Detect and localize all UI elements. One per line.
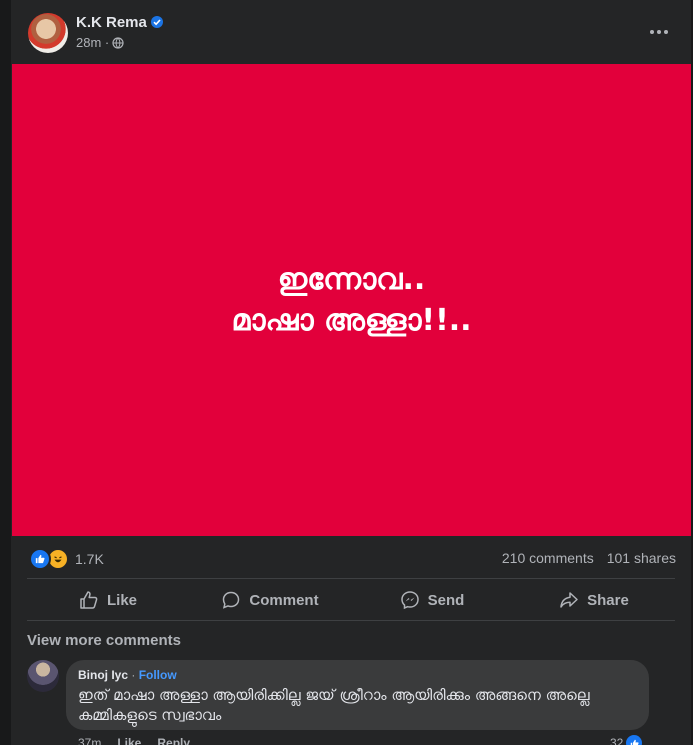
author-name-row: K.K Rema [76,14,163,31]
comment-label: Comment [249,591,319,609]
comment-footer: 37m Like Reply [78,736,190,745]
divider [27,578,675,579]
view-more-comments-link[interactable]: View more comments [27,632,181,649]
thumbs-up-outline-icon [80,591,98,609]
post-timestamp[interactable]: 28m · [76,35,109,50]
image-text-line-2: മാഷാ അള്ളാ!!.. [231,303,472,338]
author-avatar[interactable] [28,13,68,53]
comment-reply-button[interactable]: Reply [157,736,190,745]
share-label: Share [587,591,629,609]
verified-badge-icon [150,16,163,28]
reaction-count: 1.7K [75,551,104,567]
divider [27,620,675,621]
commenter-name[interactable]: Binoj Iyc [78,668,128,682]
comment-time[interactable]: 37m [78,736,101,745]
post-stats: 1.7K 210 comments 101 shares [11,536,691,578]
like-button[interactable]: Like [27,580,189,620]
thumbs-up-icon [626,735,643,745]
image-text-line-1: ഇന്നോവ.. [277,262,426,297]
post-meta: 28m · [76,35,124,50]
comment-like-count-value: 32 [610,736,624,745]
share-arrow-icon [560,592,578,608]
author-name[interactable]: K.K Rema [76,14,147,31]
send-button[interactable]: Send [351,580,513,620]
comment-header: Binoj Iyc · Follow [78,668,177,682]
globe-icon[interactable] [112,36,124,49]
post-image[interactable]: ഇന്നോവ.. മാഷാ അള്ളാ!!.. [12,64,691,536]
shares-count[interactable]: 101 shares [607,550,676,566]
like-label: Like [106,591,137,609]
comments-count[interactable]: 210 comments [502,550,594,566]
post-card: K.K Rema 28m · ഇന്നോവ.. മാഷാ അള്ളാ!!.. 1… [11,0,691,745]
action-bar: Like Comment Send Share [27,580,675,620]
post-header: K.K Rema 28m · [11,0,691,64]
comment-bubble: Binoj Iyc · Follow ഇത് മാഷാ അള്ളാ ആയിരിക… [66,660,649,730]
follow-button[interactable]: Follow [139,668,177,682]
comment-like-count[interactable]: 32 [610,735,643,745]
comment-like-button[interactable]: Like [117,736,141,745]
send-label: Send [427,591,465,609]
separator-dot: · [128,668,139,682]
more-options-icon[interactable] [647,22,671,42]
engagement-counts: 210 comments 101 shares [502,550,676,566]
comment-button[interactable]: Comment [189,580,351,620]
thumbs-up-icon [29,548,51,570]
share-button[interactable]: Share [513,580,675,620]
reactions-summary[interactable]: 1.7K [29,548,104,570]
commenter-avatar[interactable] [27,660,59,692]
messenger-icon [400,591,419,610]
comment-icon [223,591,240,609]
comment-text: ഇത് മാഷാ അള്ളാ ആയിരിക്കില്ല ജയ് ശ്രീറാം … [78,686,590,724]
